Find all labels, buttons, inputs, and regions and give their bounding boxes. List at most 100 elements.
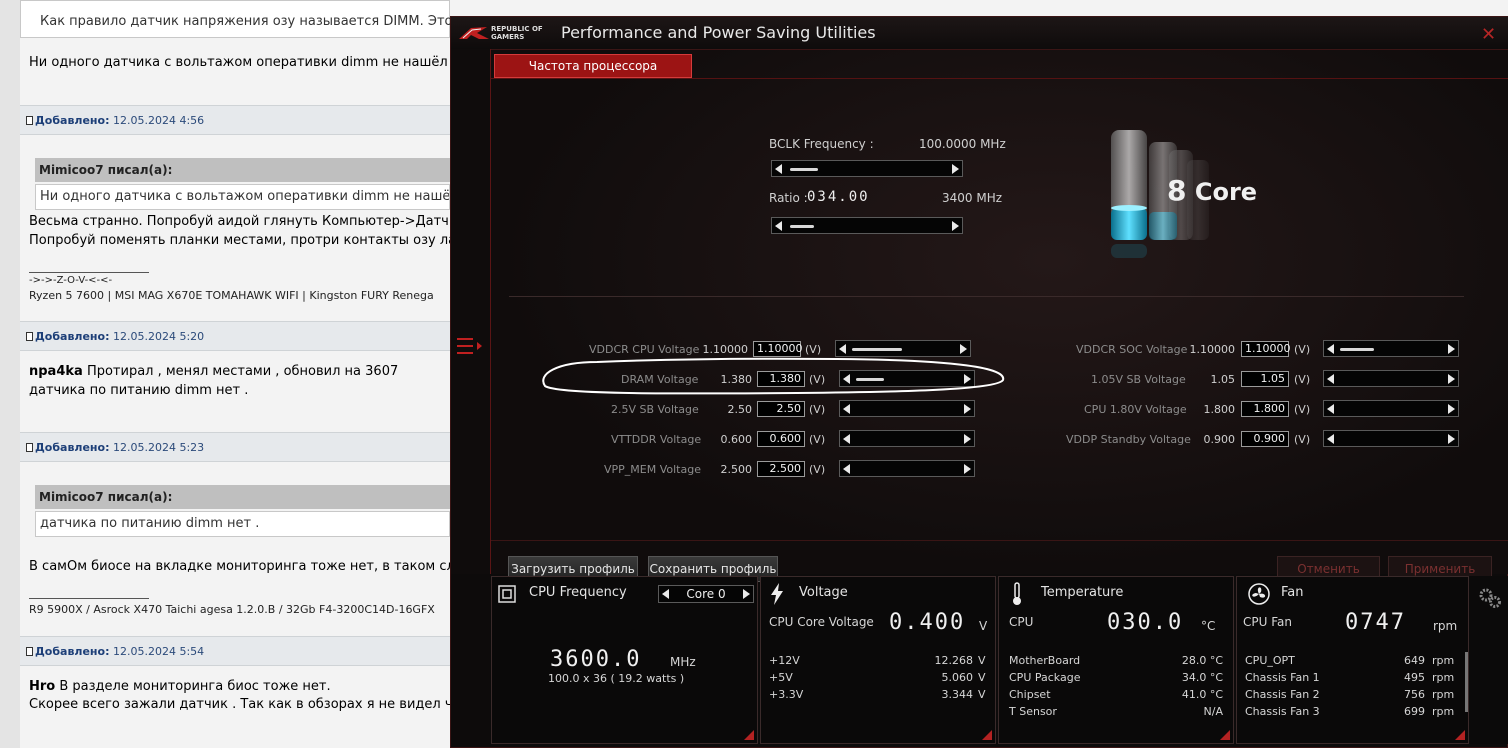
voltage-input[interactable]: 1.05: [1241, 371, 1289, 387]
slider-thumb[interactable]: [790, 168, 818, 171]
voltage-row-unit: V: [978, 688, 986, 701]
quote-text: датчика по питанию dimm нет .: [35, 511, 450, 537]
fan-list-scrollbar[interactable]: [1465, 652, 1468, 712]
cpu-frequency-panel: CPU Frequency Core 0 3600.0 MHz 100.0 x …: [491, 576, 758, 744]
menu-expand-icon[interactable]: [455, 335, 485, 357]
added-label: Добавлено:: [35, 114, 110, 127]
slider-right-arrow-icon[interactable]: [1448, 404, 1455, 414]
voltage-input[interactable]: 1.800: [1241, 401, 1289, 417]
voltage-slider[interactable]: [1323, 340, 1459, 357]
post-date: 12.05.2024 5:54: [113, 645, 205, 658]
fan-row-unit: rpm: [1432, 688, 1455, 701]
temp-row-name: MotherBoard: [1009, 654, 1081, 667]
post-header: Добавлено: 12.05.2024 5:20: [20, 321, 450, 351]
quote-author: Mimicoo7 писал(а):: [35, 158, 450, 182]
voltage-input[interactable]: 0.900: [1241, 431, 1289, 447]
voltage-slider[interactable]: [839, 400, 975, 417]
slider-left-arrow-icon[interactable]: [839, 344, 846, 354]
slider-left-arrow-icon[interactable]: [1327, 374, 1334, 384]
voltage-slider[interactable]: [1323, 370, 1459, 387]
ratio-slider[interactable]: [771, 217, 963, 234]
voltage-unit: (V): [1294, 343, 1311, 356]
post-link-icon[interactable]: [26, 443, 33, 452]
slider-left-arrow-icon[interactable]: [1327, 434, 1334, 444]
signature-divider: [29, 598, 149, 599]
post-link-icon[interactable]: [26, 332, 33, 341]
main-panel: Частота процессора BCLK Frequency : 100.…: [491, 49, 1508, 582]
voltage-slider[interactable]: [839, 430, 975, 447]
slider-left-arrow-icon[interactable]: [843, 404, 850, 414]
temp-row-value: 41.0 °C: [1181, 688, 1223, 701]
voltage-input[interactable]: 1.10000: [1241, 341, 1291, 357]
slider-thumb[interactable]: [790, 225, 814, 228]
cpu-temp-unit: °C: [1201, 619, 1216, 633]
cpu-fan-label: CPU Fan: [1243, 615, 1292, 629]
cpu-fan-value: 0747: [1345, 610, 1406, 635]
slider-thumb[interactable]: [852, 348, 902, 351]
post-author[interactable]: Hro: [29, 679, 55, 694]
ratio-value: 034.00: [807, 189, 870, 205]
fan-row-unit: rpm: [1432, 671, 1455, 684]
top-quote-box: Как правило датчик напряжения озу называ…: [20, 0, 450, 38]
post-link-icon[interactable]: [26, 116, 33, 125]
panel-corner-icon[interactable]: [1455, 730, 1465, 740]
voltage-name: VPP_MEM Voltage: [604, 463, 701, 476]
slider-left-arrow-icon[interactable]: [775, 221, 782, 231]
settings-gear-icon[interactable]: [1477, 586, 1503, 610]
slider-right-arrow-icon[interactable]: [964, 404, 971, 414]
core-select[interactable]: Core 0: [658, 585, 754, 603]
fan-row-name: Chassis Fan 3: [1245, 705, 1320, 718]
slider-right-arrow-icon[interactable]: [952, 164, 959, 174]
slider-right-arrow-icon[interactable]: [1448, 344, 1455, 354]
voltage-input[interactable]: 2.500: [757, 461, 805, 477]
slider-right-arrow-icon[interactable]: [964, 464, 971, 474]
tab-cpu-frequency[interactable]: Частота процессора: [494, 54, 692, 78]
bclk-value: 100.0000 MHz: [919, 137, 1006, 151]
slider-right-arrow-icon[interactable]: [1448, 374, 1455, 384]
bclk-slider[interactable]: [771, 160, 963, 177]
footer-divider: [491, 540, 1508, 541]
post-link-icon[interactable]: [26, 647, 33, 656]
slider-right-arrow-icon[interactable]: [952, 221, 959, 231]
voltage-panel: Voltage CPU Core Voltage 0.400 V +12V 12…: [760, 576, 996, 744]
slider-left-arrow-icon[interactable]: [1327, 404, 1334, 414]
voltage-row-unit: V: [978, 654, 986, 667]
voltage-current: 2.50: [727, 403, 753, 416]
cpu-fan-unit: rpm: [1433, 619, 1458, 633]
slider-left-arrow-icon[interactable]: [843, 464, 850, 474]
voltage-row-value: 5.060: [941, 671, 974, 684]
voltage-name: VTTDDR Voltage: [611, 433, 702, 446]
panel-title: Fan: [1281, 585, 1304, 600]
voltage-slider[interactable]: [839, 460, 975, 477]
close-icon[interactable]: ✕: [1481, 24, 1496, 45]
voltage-slider[interactable]: [1323, 430, 1459, 447]
slider-left-arrow-icon[interactable]: [1327, 344, 1334, 354]
voltage-current: 0.900: [1203, 433, 1236, 446]
slider-right-arrow-icon[interactable]: [960, 344, 967, 354]
cpu-core-voltage-label: CPU Core Voltage: [769, 615, 874, 629]
fan-row-unit: rpm: [1432, 705, 1455, 718]
post-author[interactable]: npa4ka: [29, 364, 83, 379]
panel-corner-icon[interactable]: [982, 730, 992, 740]
voltage-slider[interactable]: [1323, 400, 1459, 417]
voltage-input[interactable]: 0.600: [757, 431, 805, 447]
fan-row-value: 495: [1404, 671, 1425, 684]
panel-corner-icon[interactable]: [744, 730, 754, 740]
panel-corner-icon[interactable]: [1220, 730, 1230, 740]
temp-row-value: 34.0 °C: [1181, 671, 1223, 684]
voltage-input[interactable]: 2.50: [757, 401, 805, 417]
fan-row-value: 699: [1404, 705, 1425, 718]
slider-left-arrow-icon[interactable]: [843, 434, 850, 444]
quote-author: Mimicoo7 писал(а):: [35, 485, 450, 509]
slider-thumb[interactable]: [1340, 348, 1374, 351]
voltage-current: 2.500: [720, 463, 753, 476]
slider-right-arrow-icon[interactable]: [964, 434, 971, 444]
title-bar[interactable]: REPUBLIC OF GAMERS Performance and Power …: [451, 17, 1508, 49]
voltage-unit: (V): [809, 403, 826, 416]
voltage-name: 2.5V SB Voltage: [611, 403, 699, 416]
post-date: 12.05.2024 5:23: [113, 441, 205, 454]
slider-left-arrow-icon[interactable]: [775, 164, 782, 174]
slider-right-arrow-icon[interactable]: [1448, 434, 1455, 444]
voltage-name: CPU 1.80V Voltage: [1084, 403, 1187, 416]
core-next-icon[interactable]: [743, 589, 750, 599]
